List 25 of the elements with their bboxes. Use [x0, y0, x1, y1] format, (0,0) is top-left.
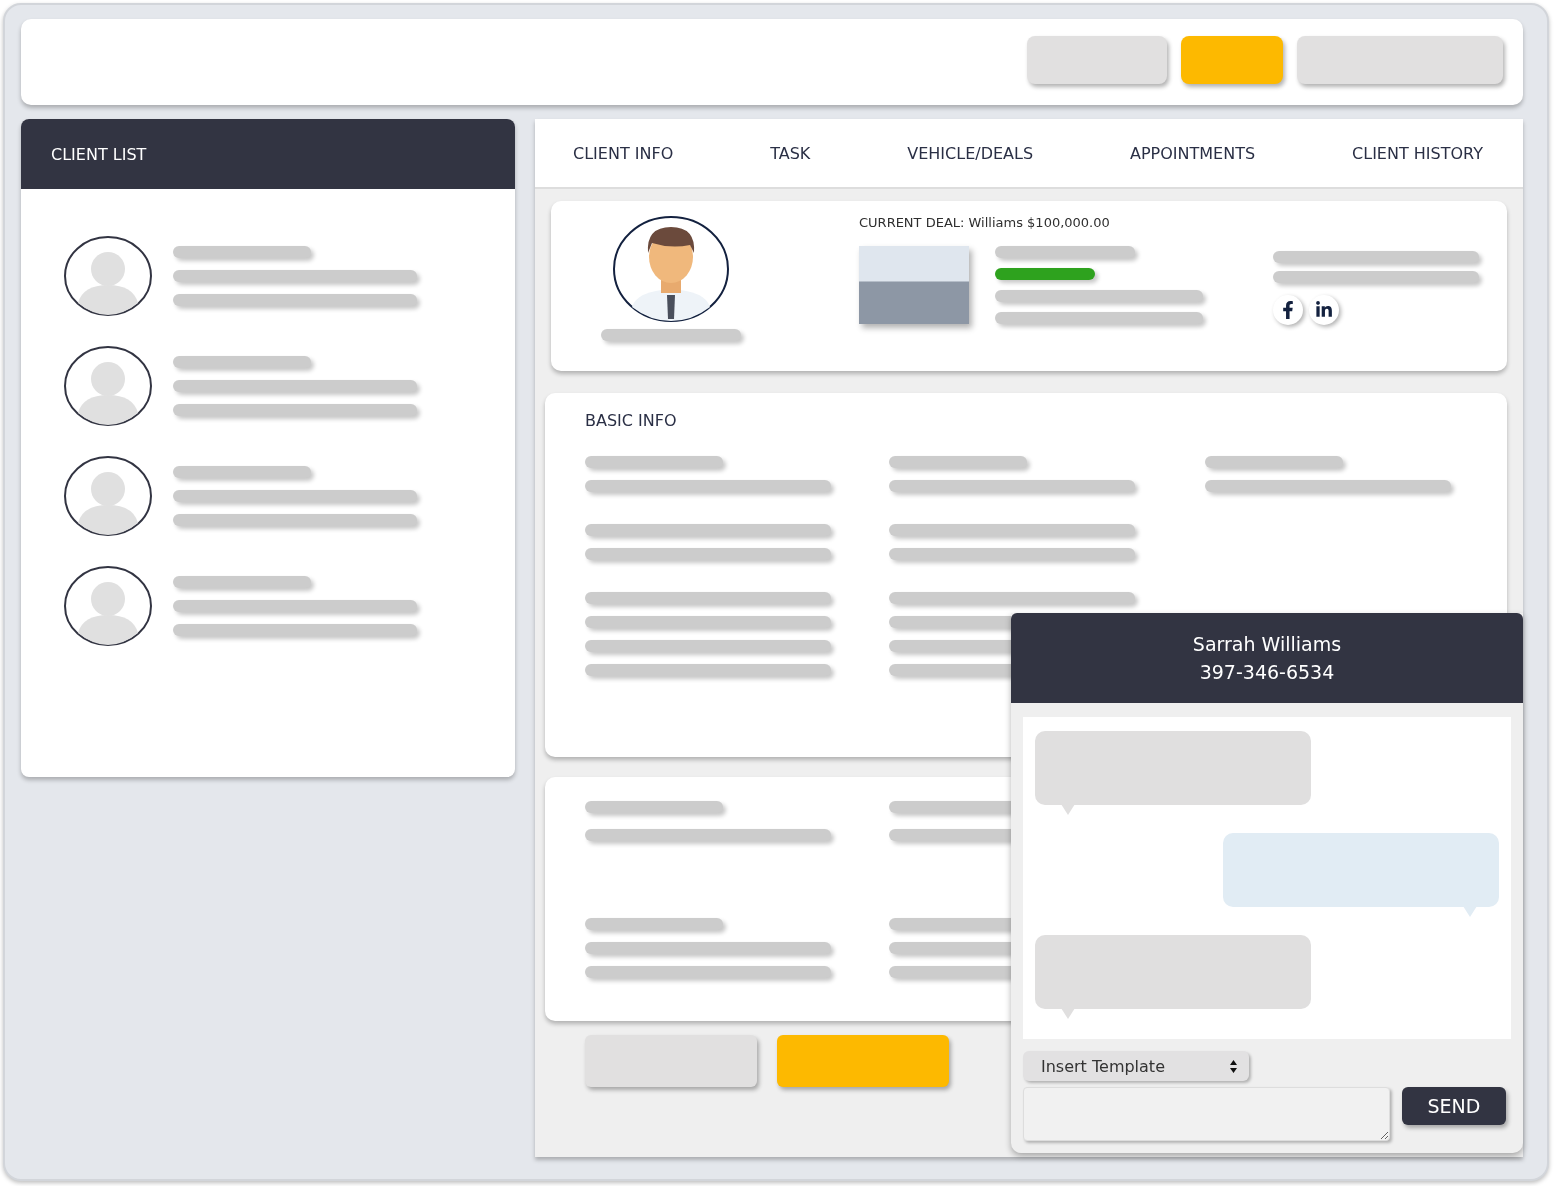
tab[interactable]: CLIENT HISTORY [1352, 143, 1483, 163]
message-input[interactable] [1023, 1087, 1390, 1141]
toolbar-button[interactable] [1027, 36, 1167, 84]
section-title: BASIC INFO [585, 411, 678, 430]
avatar-silhouette-icon [63, 565, 153, 647]
contact-name: Sarrah Williams [1192, 633, 1342, 655]
tab[interactable]: APPOINTMENTS [1130, 143, 1256, 163]
toolbar-button[interactable] [1297, 36, 1503, 84]
template-select[interactable]: Insert Template [1023, 1051, 1249, 1081]
linkedin-icon[interactable] [1309, 295, 1339, 325]
avatar-silhouette-icon [63, 235, 153, 317]
contact-phone: 397-346-6534 [1199, 661, 1335, 683]
panel-title: CLIENT LIST [21, 119, 515, 189]
tab[interactable]: CLIENT INFO [573, 143, 674, 163]
facebook-icon[interactable] [1273, 295, 1303, 325]
tab[interactable]: TASK [770, 143, 811, 163]
avatar-silhouette-icon [63, 455, 153, 537]
form-button[interactable] [777, 1035, 949, 1087]
avatar-silhouette-icon [63, 345, 153, 427]
current-deal-title: CURRENT DEAL: Williams $100,000.00 [859, 215, 1111, 230]
sort-arrows-icon [1230, 1059, 1237, 1073]
form-button[interactable] [585, 1035, 757, 1087]
send-button[interactable]: SEND [1402, 1087, 1506, 1125]
tab[interactable]: VEHICLE/DEALS [907, 143, 1034, 163]
toolbar-button[interactable] [1181, 36, 1283, 84]
